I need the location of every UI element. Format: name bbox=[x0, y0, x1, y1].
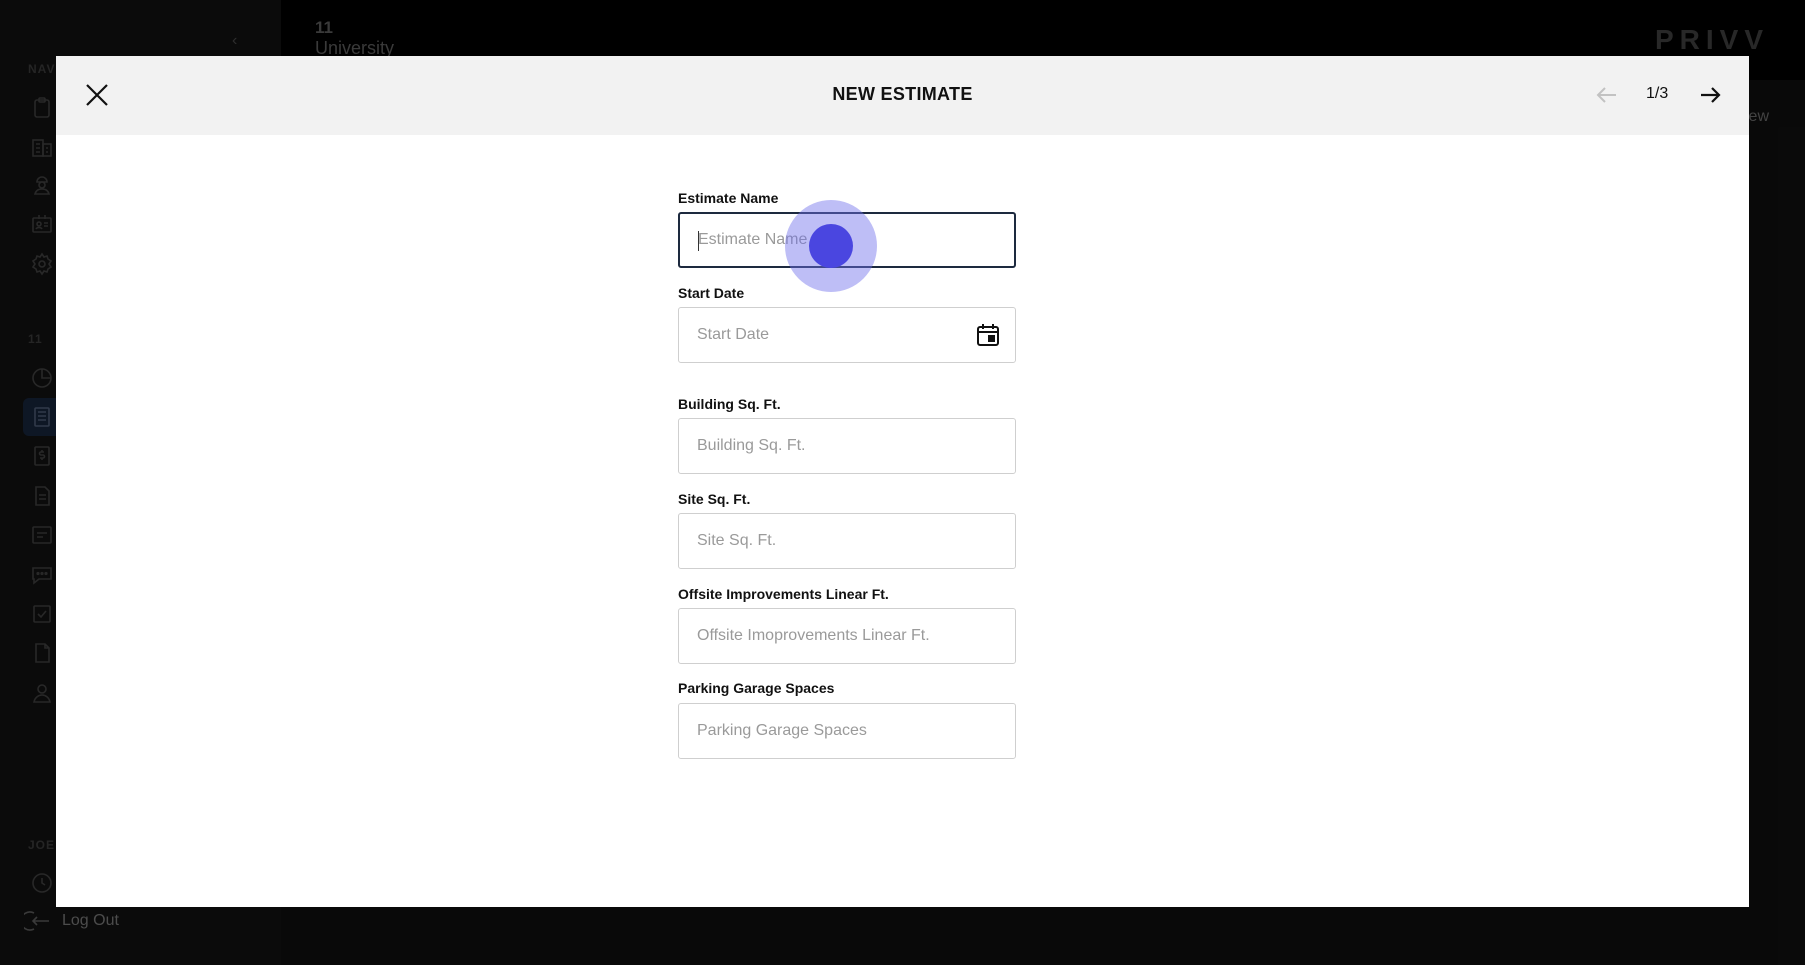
next-arrow-icon[interactable] bbox=[1697, 82, 1723, 108]
site-sqft-label: Site Sq. Ft. bbox=[678, 491, 751, 507]
start-date-label: Start Date bbox=[678, 285, 745, 301]
text-caret bbox=[698, 231, 699, 251]
click-indicator-dot bbox=[809, 224, 853, 268]
building-sqft-input[interactable] bbox=[679, 419, 1015, 473]
new-estimate-modal: NEW ESTIMATE 1/3 bbox=[56, 56, 1749, 907]
offsite-linear-ft-input[interactable] bbox=[679, 609, 1015, 663]
previous-arrow-icon[interactable] bbox=[1594, 82, 1620, 108]
building-sqft-label: Building Sq. Ft. bbox=[678, 396, 781, 412]
site-sqft-field[interactable] bbox=[678, 513, 1016, 569]
parking-spaces-field[interactable] bbox=[678, 703, 1016, 759]
modal-title: NEW ESTIMATE bbox=[832, 84, 973, 104]
site-sqft-input[interactable] bbox=[679, 514, 1015, 568]
modal-header: NEW ESTIMATE 1/3 bbox=[56, 56, 1749, 135]
offsite-linear-ft-field[interactable] bbox=[678, 608, 1016, 664]
parking-spaces-label: Parking Garage Spaces bbox=[678, 680, 835, 696]
calendar-icon[interactable] bbox=[975, 322, 1001, 348]
parking-spaces-input[interactable] bbox=[679, 704, 1015, 758]
estimate-name-label: Estimate Name bbox=[678, 190, 779, 206]
offsite-linear-ft-label: Offsite Improvements Linear Ft. bbox=[678, 586, 889, 602]
start-date-input[interactable] bbox=[679, 308, 1015, 362]
building-sqft-field[interactable] bbox=[678, 418, 1016, 474]
page-indicator: 1/3 bbox=[1646, 85, 1669, 102]
start-date-field[interactable] bbox=[678, 307, 1016, 363]
